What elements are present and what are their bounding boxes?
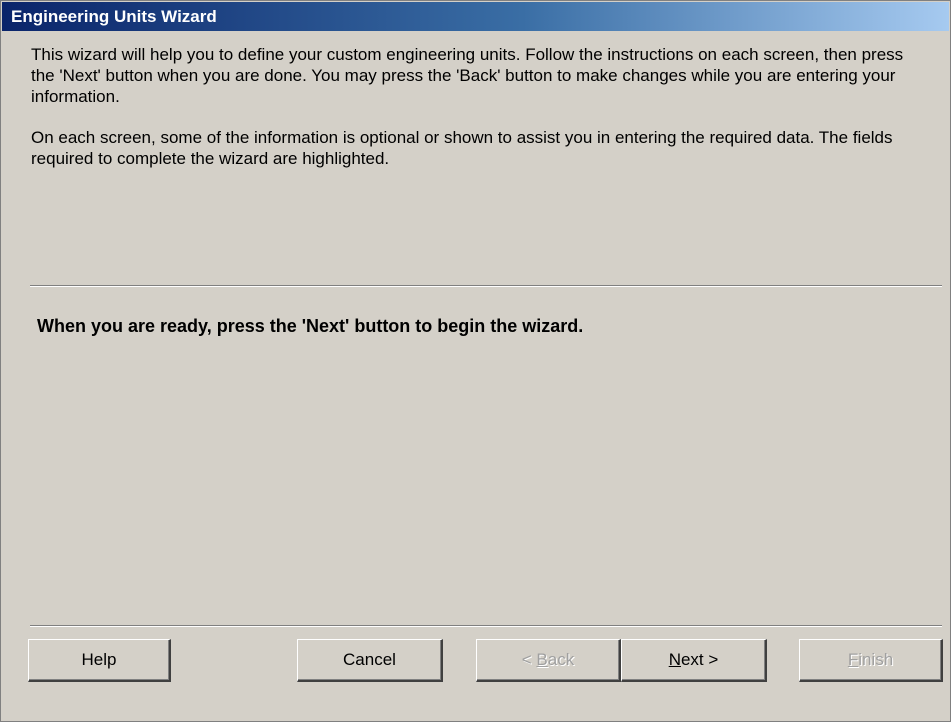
next-button-mnemonic: N: [668, 650, 681, 669]
bottom-divider: [30, 625, 942, 627]
cancel-button[interactable]: Cancel: [297, 639, 443, 682]
ready-message: When you are ready, press the 'Next' but…: [37, 316, 584, 336]
intro-paragraph-2: On each screen, some of the information …: [31, 128, 893, 168]
next-button[interactable]: Next >: [621, 639, 767, 682]
back-button-mnemonic: B: [536, 650, 548, 669]
intro-paragraph-1: This wizard will help you to define your…: [31, 45, 904, 106]
title-bar[interactable]: Engineering Units Wizard: [2, 2, 949, 31]
back-button-prefix: <: [521, 650, 537, 669]
finish-button-mnemonic: F: [847, 650, 859, 669]
finish-button[interactable]: Finish: [799, 639, 943, 682]
help-button[interactable]: Help: [28, 639, 171, 682]
back-button-label: ack: [547, 650, 575, 669]
top-divider: [30, 285, 942, 287]
finish-button-label: inish: [858, 650, 894, 669]
back-button[interactable]: < Back: [476, 639, 621, 682]
window-title: Engineering Units Wizard: [11, 7, 217, 26]
next-button-label: ext >: [680, 650, 719, 669]
help-button-label: Help: [81, 650, 117, 669]
wizard-window: Engineering Units Wizard This wizard wil…: [0, 0, 951, 722]
cancel-button-label: Cancel: [343, 650, 396, 669]
intro-text: This wizard will help you to define your…: [31, 44, 931, 189]
